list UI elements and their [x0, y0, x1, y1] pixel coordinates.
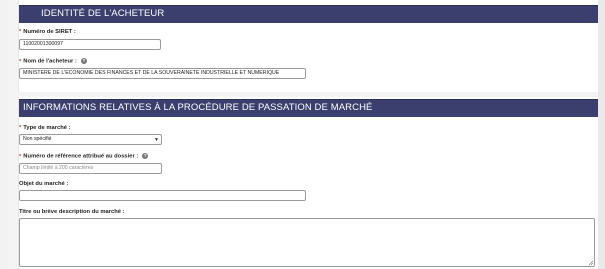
description-label: Titre ou brève description du marché :: [19, 209, 125, 215]
market-type-value: Non spécifié: [23, 136, 52, 142]
question-circle-icon[interactable]: ?: [142, 153, 149, 159]
market-type-select[interactable]: Non spécifié ▼: [19, 134, 162, 145]
reference-label-text: Numéro de référence attribué au dossier …: [23, 153, 139, 160]
required-marker: *: [19, 153, 22, 160]
buyer-name-label: * Nom de l'acheteur :?: [19, 58, 87, 65]
reference-input[interactable]: Champ limité à 200 caractères: [19, 163, 162, 174]
section-title: IDENTITÉ DE L'ACHETEUR: [41, 8, 165, 19]
siret-value: 11002001300097: [23, 41, 64, 47]
required-marker: *: [19, 29, 22, 35]
buyer-name-label-text: Nom de l'acheteur :: [23, 58, 77, 65]
window-edge: [598, 0, 605, 269]
required-marker: *: [19, 58, 22, 65]
description-textarea[interactable]: [19, 218, 595, 267]
object-label-text: Objet du marché :: [19, 181, 69, 187]
siret-label-text: Numéro de SIRET :: [23, 29, 76, 35]
siret-label: * Numéro de SIRET :: [19, 29, 76, 35]
procurement-procedure-card: INFORMATIONS RELATIVES À LA PROCÉDURE DE…: [18, 97, 601, 269]
object-label: Objet du marché :: [19, 181, 68, 187]
object-input[interactable]: [19, 190, 306, 201]
reference-placeholder: Champ limité à 200 caractères: [23, 165, 94, 171]
description-label-text: Titre ou brève description du marché :: [19, 209, 125, 215]
section-header-procurement-procedure: INFORMATIONS RELATIVES À LA PROCÉDURE DE…: [19, 99, 600, 117]
buyer-name-value: MINISTERE DE L'ECONOMIE DES FINANCES ET …: [23, 70, 280, 76]
buyer-identity-card: IDENTITÉ DE L'ACHETEUR * Numéro de SIRET …: [18, 0, 601, 92]
market-type-label: * Type de marché :: [19, 125, 71, 131]
required-marker: *: [19, 125, 22, 131]
reference-label: * Numéro de référence attribué au dossier…: [19, 153, 149, 160]
question-circle-icon[interactable]: ?: [80, 58, 87, 64]
chevron-down-icon: ▼: [154, 137, 159, 143]
buyer-name-input[interactable]: MINISTERE DE L'ECONOMIE DES FINANCES ET …: [19, 68, 306, 79]
section-title: INFORMATIONS RELATIVES À LA PROCÉDURE DE…: [23, 102, 373, 113]
section-header-buyer-identity: IDENTITÉ DE L'ACHETEUR: [19, 5, 600, 23]
siret-input[interactable]: 11002001300097: [19, 39, 161, 50]
resize-handle-icon[interactable]: [588, 260, 593, 265]
market-type-label-text: Type de marché :: [23, 125, 71, 131]
